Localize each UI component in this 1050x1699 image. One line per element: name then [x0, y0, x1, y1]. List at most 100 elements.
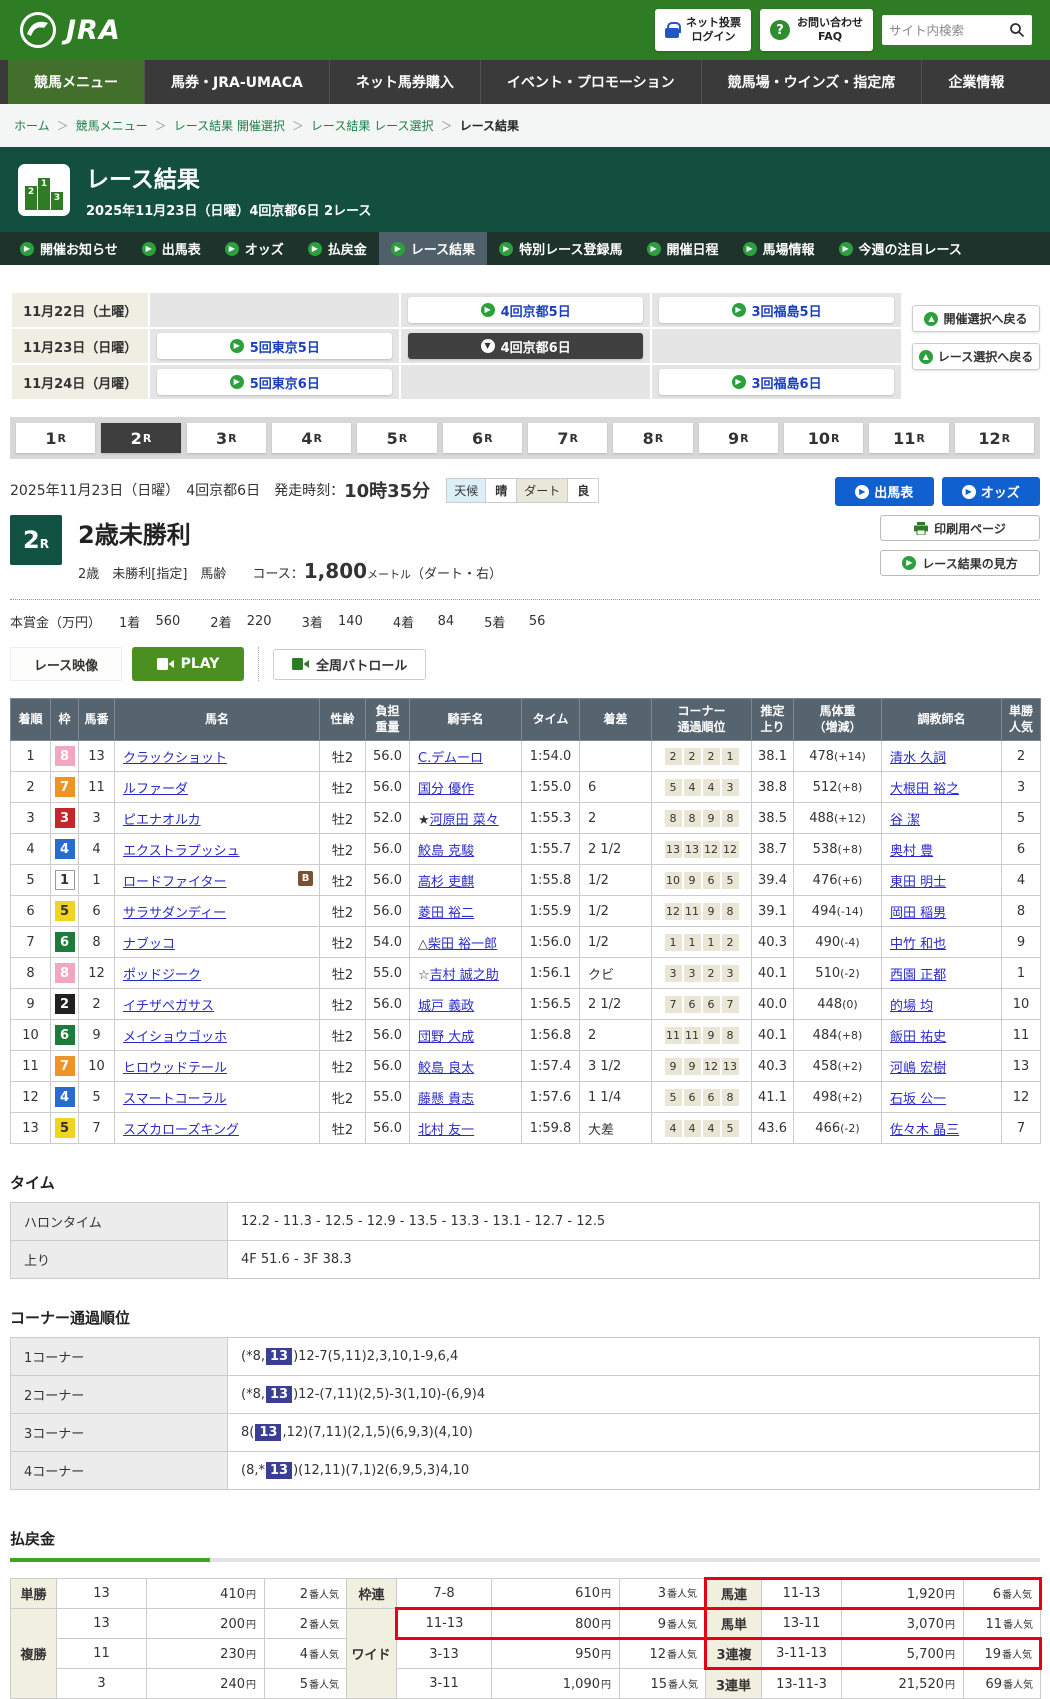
race-tab[interactable]: 11R [869, 423, 948, 453]
subnav-item[interactable]: ▶開催日程 [635, 232, 731, 265]
net-vote-login-button[interactable]: ネット投票 ログイン [655, 9, 751, 51]
trainer-link[interactable]: 的場 均 [890, 999, 933, 1014]
subnav-item[interactable]: ▶払戻金 [296, 232, 379, 265]
race-tab[interactable]: 10R [784, 423, 863, 453]
jockey-link[interactable]: 国分 優作 [418, 782, 474, 797]
meeting-button[interactable]: ▶3回福島6日 [659, 369, 894, 395]
back-button[interactable]: ▲開催選択へ戻る [912, 305, 1040, 332]
horse-name-link[interactable]: クラックショット [123, 751, 227, 766]
horse-name-link[interactable]: ナブッコ [123, 937, 175, 952]
horse-name-link[interactable]: エクストラプッシュ [123, 844, 240, 859]
horse-name-link[interactable]: イチザペガサス [123, 999, 214, 1014]
nav-item[interactable]: イベント・プロモーション [480, 60, 701, 104]
jockey-link[interactable]: C.デムーロ [418, 751, 483, 766]
horse-name-link[interactable]: メイショウゴッホ [123, 1030, 227, 1045]
breadcrumb-link[interactable]: ホーム [14, 119, 50, 133]
race-tab[interactable]: 9R [699, 423, 778, 453]
trainer-link[interactable]: 石坂 公一 [890, 1092, 946, 1107]
subnav-item[interactable]: ▶馬場情報 [731, 232, 827, 265]
subnav-item[interactable]: ▶レース結果 [379, 232, 487, 265]
horse-name-link[interactable]: ロードファイター [123, 875, 226, 890]
meeting-button[interactable]: ▶5回東京6日 [157, 369, 392, 395]
print-page-button[interactable]: 印刷用ページ [880, 515, 1040, 541]
race-tab[interactable]: 3R [187, 423, 266, 453]
nav-item[interactable]: 競馬メニュー [8, 60, 144, 104]
horse-name-link[interactable]: スズカローズキング [123, 1123, 239, 1138]
jockey-link[interactable]: 菱田 裕二 [418, 906, 474, 921]
date-cell: ▶3回福島5日 [652, 293, 901, 327]
horse-name-link[interactable]: ピエナオルカ [123, 813, 201, 828]
race-tab[interactable]: 8R [613, 423, 692, 453]
meeting-button[interactable]: ▶4回京都5日 [408, 297, 643, 323]
nav-item[interactable]: 馬券・JRA-UMACA [144, 60, 329, 104]
race-tab[interactable]: 6R [443, 423, 522, 453]
race-tab[interactable]: 1R [16, 423, 95, 453]
trainer-link[interactable]: 飯田 祐史 [890, 1030, 946, 1045]
trainer-link[interactable]: 中竹 和也 [890, 937, 946, 952]
breadcrumb-link[interactable]: レース結果 開催選択 [174, 119, 285, 133]
popularity-suffix: 番人気 [667, 1650, 697, 1661]
result-guide-button[interactable]: ▶ レース結果の見方 [880, 550, 1040, 576]
meeting-button[interactable]: ▼4回京都6日 [408, 333, 643, 359]
trainer-link[interactable]: 河嶋 宏樹 [890, 1061, 946, 1076]
faq-button[interactable]: お問い合わせ FAQ [760, 9, 873, 51]
race-tab[interactable]: 2R [101, 423, 180, 453]
subnav-item[interactable]: ▶出馬表 [130, 232, 213, 265]
shutsuba-button[interactable]: ▶ 出馬表 [835, 477, 934, 506]
back-button[interactable]: ▲レース選択へ戻る [912, 343, 1040, 370]
race-tab[interactable]: 4R [272, 423, 351, 453]
trainer-link[interactable]: 東田 明士 [890, 875, 946, 890]
horse-name-link[interactable]: スマートコーラル [123, 1092, 227, 1107]
trainer-link[interactable]: 大根田 裕之 [890, 782, 959, 797]
subnav-item[interactable]: ▶今週の注目レース [827, 232, 974, 265]
horse-name-link[interactable]: ルファーダ [123, 782, 188, 797]
jockey-link[interactable]: 団野 大成 [418, 1030, 474, 1045]
jockey-link[interactable]: 河原田 菜々 [430, 813, 499, 828]
last-3f: 38.5 [752, 803, 794, 834]
nav-item[interactable]: 競馬場・ウインズ・指定席 [701, 60, 922, 104]
search-input[interactable] [889, 23, 1009, 38]
subnav-item[interactable]: ▶オッズ [213, 232, 296, 265]
trainer-cell: 石坂 公一 [882, 1082, 1002, 1113]
popularity-suffix: 番人気 [667, 1589, 697, 1600]
body-weight: 490(-4) [794, 927, 882, 958]
odds-button[interactable]: ▶ オッズ [942, 477, 1041, 506]
jockey-link[interactable]: 藤懸 貴志 [418, 1092, 474, 1107]
trainer-link[interactable]: 西園 正都 [890, 968, 946, 983]
subnav-item[interactable]: ▶特別レース登録馬 [487, 232, 634, 265]
breadcrumb-link[interactable]: レース結果 レース選択 [311, 119, 434, 133]
horse-name-link[interactable]: サラサダンディー [123, 906, 226, 921]
horse-name-link[interactable]: ポッドジーク [123, 968, 201, 983]
jockey-link[interactable]: 鮫島 良太 [418, 1061, 474, 1076]
trainer-link[interactable]: 谷 潔 [890, 813, 920, 828]
search-icon[interactable] [1009, 22, 1025, 38]
trainer-link[interactable]: 清水 久詞 [890, 751, 946, 766]
trainer-link[interactable]: 岡田 稲男 [890, 906, 946, 921]
nav-item[interactable]: ネット馬券購入 [329, 60, 480, 104]
meeting-button[interactable]: ▶5回東京5日 [157, 333, 392, 359]
nav-item[interactable]: 企業情報 [921, 60, 1030, 104]
jockey-link[interactable]: 鮫島 克駿 [418, 844, 474, 859]
start-time-label: 発走時刻： [274, 480, 344, 500]
jockey-link[interactable]: 吉村 誠之助 [430, 968, 499, 983]
patrol-video-button[interactable]: 全周パトロール [273, 649, 426, 680]
race-tab[interactable]: 12R [955, 423, 1034, 453]
jra-logo[interactable]: JRA [18, 10, 121, 50]
meeting-button[interactable]: ▶3回福島5日 [659, 297, 894, 323]
sex-age: 牡2 [320, 741, 366, 772]
subnav-item[interactable]: ▶開催お知らせ [8, 232, 130, 265]
carried-weight: 55.0 [366, 1082, 410, 1113]
jockey-link[interactable]: 北村 友一 [418, 1123, 474, 1138]
jockey-cell: 菱田 裕二 [410, 896, 522, 927]
trainer-link[interactable]: 佐々木 晶三 [890, 1123, 959, 1138]
breadcrumb-link[interactable]: 競馬メニュー [76, 119, 148, 133]
jockey-link[interactable]: 柴田 裕一郎 [428, 937, 497, 952]
jockey-link[interactable]: 高杉 吏麒 [418, 875, 474, 890]
corner-position: 9 [665, 1058, 682, 1075]
jockey-link[interactable]: 城戸 義政 [418, 999, 474, 1014]
race-tab[interactable]: 7R [528, 423, 607, 453]
trainer-link[interactable]: 奥村 豊 [890, 844, 933, 859]
race-tab[interactable]: 5R [357, 423, 436, 453]
play-button[interactable]: PLAY [132, 647, 244, 681]
horse-name-link[interactable]: ヒロウッドテール [123, 1061, 227, 1076]
